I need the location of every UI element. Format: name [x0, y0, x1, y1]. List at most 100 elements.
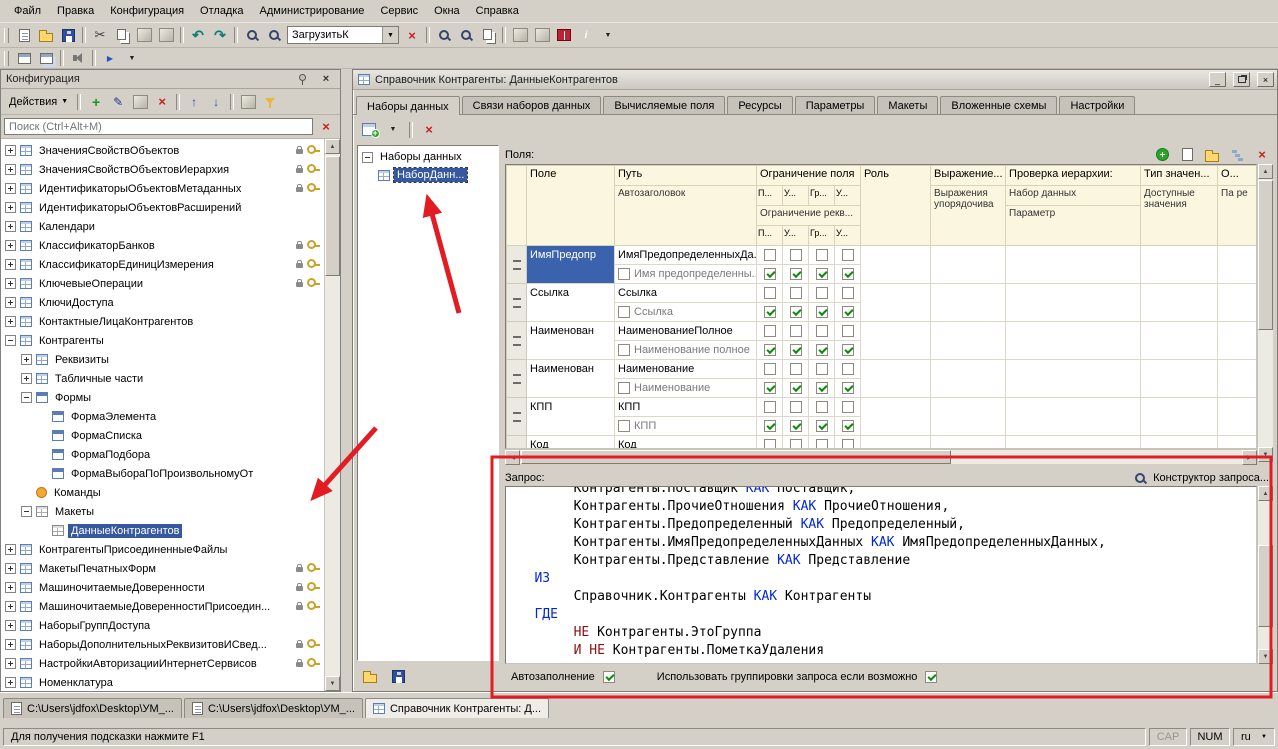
scrollbar-thumb[interactable] — [325, 156, 340, 276]
doc-tab[interactable]: Параметры — [795, 96, 876, 114]
checkbox-unchecked-icon[interactable] — [618, 420, 630, 432]
scroll-up-button[interactable]: ▲ — [1258, 164, 1273, 179]
tree-item[interactable]: НаборыДополнительныхРеквизитовИСвед... — [1, 635, 324, 654]
scrollbar-thumb[interactable] — [1258, 180, 1273, 330]
undo-button[interactable]: ↶ — [187, 25, 209, 45]
expander-icon[interactable] — [5, 145, 16, 156]
info-button[interactable]: i — [575, 25, 597, 45]
field-type-cell[interactable] — [1141, 322, 1218, 360]
row-marker-cell[interactable] — [507, 246, 527, 284]
field-expression-cell[interactable] — [931, 360, 1006, 398]
field-hierarchy-cell[interactable] — [1006, 436, 1141, 450]
tree-item[interactable]: МашиночитаемыеДоверенностиПрисоедин... — [1, 597, 324, 616]
field-name-cell[interactable]: КПП — [527, 398, 615, 436]
expander-icon[interactable] — [5, 240, 16, 251]
field-restriction-cell[interactable] — [809, 284, 835, 303]
tree-item[interactable]: Календари — [1, 217, 324, 236]
up-button[interactable]: ↑ — [183, 92, 205, 112]
save-query-button[interactable] — [387, 666, 409, 686]
scrollbar-track[interactable] — [1258, 179, 1273, 447]
checkbox-unchecked-icon[interactable] — [842, 401, 854, 413]
field-expression-cell[interactable] — [931, 436, 1006, 450]
find-in-document-button[interactable] — [241, 25, 263, 45]
redo-button[interactable]: ↷ — [209, 25, 231, 45]
grid-vertical-scrollbar[interactable]: ▲ ▼ — [1257, 164, 1273, 462]
attr-restriction-cell[interactable] — [835, 303, 861, 322]
expander-icon[interactable] — [5, 259, 16, 270]
copy-button[interactable] — [111, 25, 133, 45]
scroll-down-button[interactable]: ▼ — [1258, 649, 1273, 664]
checkbox-checked-icon[interactable] — [816, 344, 828, 356]
field-hierarchy-cell[interactable] — [1006, 398, 1141, 436]
tree-item[interactable]: ФормаСписка — [1, 426, 324, 445]
checkbox-checked-icon[interactable] — [764, 306, 776, 318]
dropdown-button[interactable]: ▼ — [121, 48, 143, 68]
field-restriction-cell[interactable] — [835, 360, 861, 379]
tree-item[interactable]: ЗначенияСвойствОбъектовИерархия — [1, 160, 324, 179]
field-restriction-cell[interactable] — [757, 322, 783, 341]
add-group-button[interactable] — [1201, 145, 1223, 165]
checkbox-unchecked-icon[interactable] — [764, 325, 776, 337]
paste-button[interactable] — [133, 25, 155, 45]
delete-dataset-button[interactable]: × — [418, 120, 440, 140]
field-role-cell[interactable] — [861, 246, 931, 284]
window-cascade-button[interactable] — [35, 48, 57, 68]
grid-horizontal-scrollbar[interactable]: ◀ ▶ — [505, 449, 1257, 464]
find-previous-button[interactable] — [455, 25, 477, 45]
menu-item[interactable]: Справка — [468, 2, 527, 20]
row-marker-cell[interactable] — [507, 322, 527, 360]
expander-icon[interactable] — [5, 658, 16, 669]
checkbox-unchecked-icon[interactable] — [618, 306, 630, 318]
scrollbar-thumb[interactable] — [1258, 545, 1273, 626]
fields-grid-viewport[interactable]: Поле Путь Ограничение поля Роль Выражени… — [505, 164, 1257, 449]
attr-restriction-cell[interactable] — [757, 303, 783, 322]
checkbox-unchecked-icon[interactable] — [764, 249, 776, 261]
search-combo-dropdown-icon[interactable]: ▼ — [382, 27, 398, 43]
use-grouping-checkbox[interactable] — [925, 671, 937, 683]
field-restriction-cell[interactable] — [783, 322, 809, 341]
field-restriction-cell[interactable] — [757, 436, 783, 450]
checkbox-unchecked-icon[interactable] — [790, 401, 802, 413]
clear-find-button[interactable]: × — [401, 25, 423, 45]
field-name-cell[interactable]: ИмяПредопр — [527, 246, 615, 284]
open-query-button[interactable] — [359, 666, 381, 686]
checkbox-checked-icon[interactable] — [764, 420, 776, 432]
tree-item[interactable]: Команды — [1, 483, 324, 502]
tree-item[interactable]: КлючиДоступа — [1, 293, 324, 312]
field-restriction-cell[interactable] — [783, 360, 809, 379]
field-restriction-cell[interactable] — [835, 246, 861, 265]
field-restriction-cell[interactable] — [783, 436, 809, 450]
attr-restriction-cell[interactable] — [757, 379, 783, 398]
checkbox-checked-icon[interactable] — [816, 306, 828, 318]
field-type-cell[interactable] — [1141, 436, 1218, 450]
field-restriction-cell[interactable] — [757, 284, 783, 303]
checkbox-checked-icon[interactable] — [790, 344, 802, 356]
field-path-cell[interactable]: Наименование — [615, 360, 757, 379]
attr-restriction-cell[interactable] — [783, 341, 809, 360]
field-restriction-cell[interactable] — [809, 246, 835, 265]
field-restriction-cell[interactable] — [835, 398, 861, 417]
close-button[interactable]: × — [1257, 72, 1274, 87]
attr-restriction-cell[interactable] — [809, 265, 835, 284]
field-restriction-cell[interactable] — [809, 360, 835, 379]
field-design-cell[interactable] — [1218, 284, 1257, 322]
checkbox-checked-icon[interactable] — [842, 382, 854, 394]
clear-search-button[interactable]: × — [315, 117, 337, 137]
window-tab[interactable]: Справочник Контрагенты: Д... — [365, 698, 549, 718]
checkbox-checked-icon[interactable] — [790, 420, 802, 432]
field-restriction-cell[interactable] — [835, 284, 861, 303]
field-path-cell[interactable]: НаименованиеПолное — [615, 322, 757, 341]
field-design-cell[interactable] — [1218, 398, 1257, 436]
checkbox-unchecked-icon[interactable] — [842, 439, 854, 449]
checkbox-unchecked-icon[interactable] — [816, 325, 828, 337]
checkbox-checked-icon[interactable] — [842, 420, 854, 432]
play-button[interactable]: ▶ — [99, 48, 121, 68]
tree-item[interactable]: ФормаПодбора — [1, 445, 324, 464]
checkbox-unchecked-icon[interactable] — [618, 344, 630, 356]
attr-restriction-cell[interactable] — [809, 341, 835, 360]
doc-tab[interactable]: Ресурсы — [727, 96, 792, 114]
syntax-check-button[interactable] — [509, 25, 531, 45]
tree-item[interactable]: Табличные части — [1, 369, 324, 388]
tree-item[interactable]: Номенклатура — [1, 673, 324, 691]
add-field-button[interactable] — [1151, 145, 1173, 165]
